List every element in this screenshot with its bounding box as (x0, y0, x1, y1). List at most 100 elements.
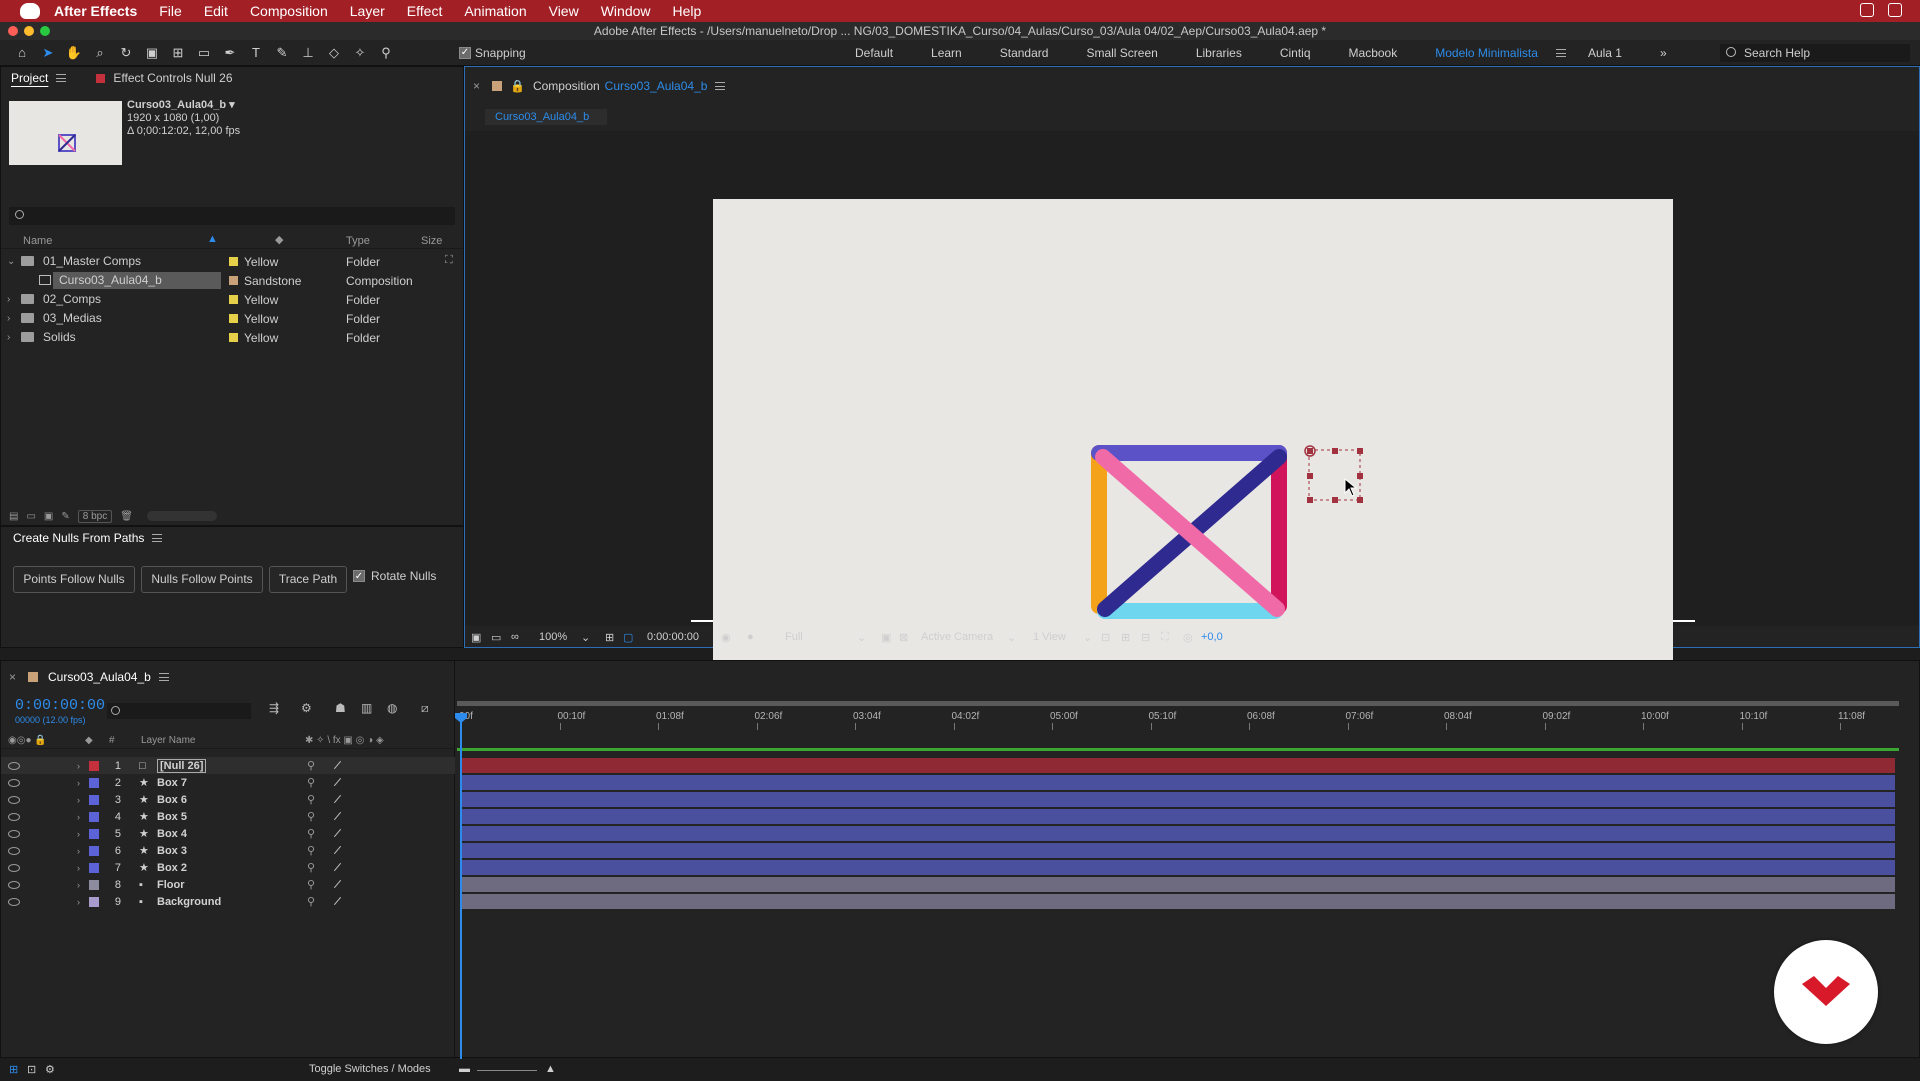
create-nulls-title[interactable]: Create Nulls From Paths (13, 531, 144, 545)
layer-row[interactable]: › 7 ★ Box 2 ⚲ (1, 859, 455, 876)
motion-blur-icon[interactable]: ◍ (387, 701, 397, 715)
quality-switch-icon[interactable] (333, 828, 342, 838)
layer-name[interactable]: Floor (157, 879, 185, 891)
shy-switch-icon[interactable]: ⚲ (307, 878, 315, 891)
quality-switch-icon[interactable] (333, 896, 342, 906)
workspace-macbook[interactable]: Macbook (1349, 46, 1398, 60)
quality-switch-icon[interactable] (333, 879, 342, 889)
composition-artwork[interactable] (713, 199, 1673, 692)
region-of-interest-icon[interactable]: ▣ (881, 631, 891, 644)
layer-duration-bar[interactable] (461, 860, 1895, 875)
project-item-curso03-aula04-b[interactable]: Curso03_Aula04_b Sandstone Composition (1, 271, 463, 290)
menu-animation[interactable]: Animation (464, 3, 526, 19)
workspace-overflow-icon[interactable]: » (1660, 46, 1667, 60)
hand-tool-icon[interactable]: ✋ (66, 45, 82, 61)
safe-zones-icon[interactable]: ⊞ (605, 631, 614, 644)
lock-icon[interactable]: 🔒 (510, 79, 525, 93)
trace-path-button[interactable]: Trace Path (269, 566, 347, 593)
composition-tab-name[interactable]: Curso03_Aula04_b (605, 79, 708, 93)
shy-switch-icon[interactable]: ⚲ (307, 759, 315, 772)
layer-duration-bar[interactable] (461, 758, 1895, 773)
composition-menu-icon[interactable] (715, 82, 726, 90)
expand-arrow-icon[interactable]: › (77, 812, 80, 822)
shy-layers-icon[interactable]: ☗ (335, 701, 346, 715)
close-tab-icon[interactable]: × (473, 79, 480, 93)
shy-switch-icon[interactable]: ⚲ (307, 776, 315, 789)
rectangle-tool-icon[interactable]: ▭ (196, 45, 212, 61)
shy-switch-icon[interactable]: ⚲ (307, 827, 315, 840)
layer-label-color[interactable] (89, 795, 99, 805)
project-item-03-medias[interactable]: › 03_Medias Yellow Folder (1, 309, 463, 328)
layer-duration-bar[interactable] (461, 809, 1895, 824)
quality-switch-icon[interactable] (333, 811, 342, 821)
workspace-small-screen[interactable]: Small Screen (1086, 46, 1157, 60)
zoom-select[interactable]: 100% (539, 631, 567, 643)
layer-switches-icon[interactable]: ⊞ (9, 1063, 18, 1076)
thumbnail-size-slider[interactable] (146, 511, 217, 521)
minimize-window-button[interactable] (24, 26, 34, 36)
label-tag-icon[interactable]: ◆ (275, 233, 283, 246)
close-window-button[interactable] (8, 26, 18, 36)
current-time-field[interactable]: 0:00:00:00 (647, 631, 699, 643)
zoom-window-button[interactable] (40, 26, 50, 36)
exposure-value[interactable]: +0,0 (1201, 631, 1223, 643)
menu-file[interactable]: File (159, 3, 182, 19)
quality-switch-icon[interactable] (333, 777, 342, 787)
layer-duration-bar[interactable] (461, 826, 1895, 841)
tab-effect-controls[interactable]: Effect Controls Null 26 (113, 71, 232, 85)
time-ruler[interactable]: 00f00:10f01:08f02:06f03:04f04:02f05:00f0… (457, 701, 1897, 731)
pixel-aspect-icon[interactable]: ⊡ (1101, 631, 1110, 644)
project-panel-menu-icon[interactable] (56, 74, 67, 82)
visibility-eye-icon[interactable] (8, 812, 20, 821)
visibility-eye-icon[interactable] (8, 897, 20, 906)
layer-row[interactable]: › 1 □ [Null 26] ⚲ (1, 757, 455, 774)
layer-name[interactable]: Box 7 (157, 777, 187, 789)
project-search-input[interactable] (9, 207, 455, 225)
composition-navigator-tab[interactable]: Curso03_Aula04_b (485, 109, 607, 125)
rotate-nulls-control[interactable]: ✓ Rotate Nulls (353, 569, 436, 583)
layer-name[interactable]: Box 6 (157, 794, 187, 806)
workspace-libraries[interactable]: Libraries (1196, 46, 1242, 60)
type-tool-icon[interactable]: T (248, 45, 264, 61)
layer-row[interactable]: › 8 ▪ Floor ⚲ (1, 876, 455, 893)
adjust-icon[interactable]: ✎ (61, 511, 69, 522)
visibility-eye-icon[interactable] (8, 761, 20, 770)
screen-icon[interactable] (1860, 3, 1874, 17)
composition-canvas[interactable] (713, 199, 1673, 692)
new-composition-icon[interactable]: ▣ (44, 511, 53, 522)
label-swatch[interactable] (229, 276, 238, 285)
expand-arrow-icon[interactable]: › (77, 761, 80, 771)
column-size[interactable]: Size (421, 235, 442, 247)
workspace-menu-icon[interactable] (1555, 49, 1566, 57)
quality-switch-icon[interactable] (333, 862, 342, 872)
rotate-tool-icon[interactable]: ↻ (118, 45, 134, 61)
layer-row[interactable]: › 9 ▪ Background ⚲ (1, 893, 455, 910)
layer-duration-bar[interactable] (461, 792, 1895, 807)
new-folder-icon[interactable]: ▭ (26, 511, 35, 522)
menu-help[interactable]: Help (673, 3, 702, 19)
points-follow-nulls-button[interactable]: Points Follow Nulls (13, 566, 135, 593)
workspace-default[interactable]: Default (855, 46, 893, 60)
reset-exposure-icon[interactable]: ◎ (1183, 631, 1193, 644)
workspace-cintiq[interactable]: Cintiq (1280, 46, 1311, 60)
expand-arrow-icon[interactable]: ⌄ (7, 256, 15, 267)
layer-row[interactable]: › 2 ★ Box 7 ⚲ (1, 774, 455, 791)
flowchart-icon[interactable]: ⛶ (1161, 631, 1169, 644)
visibility-eye-icon[interactable] (8, 795, 20, 804)
workspace-learn[interactable]: Learn (931, 46, 962, 60)
layer-duration-bar[interactable] (461, 894, 1895, 909)
graph-editor-icon[interactable]: ⧄ (421, 701, 429, 716)
shy-switch-icon[interactable]: ⚲ (307, 793, 315, 806)
shy-switch-icon[interactable]: ⚲ (307, 810, 315, 823)
project-item-02-comps[interactable]: › 02_Comps Yellow Folder (1, 290, 463, 309)
visibility-eye-icon[interactable] (8, 829, 20, 838)
clone-stamp-tool-icon[interactable]: ⊥ (300, 45, 316, 61)
timeline-search-input[interactable] (107, 703, 251, 719)
layer-duration-bar[interactable] (461, 843, 1895, 858)
always-preview-icon[interactable]: ▣ (471, 631, 481, 644)
expand-arrow-icon[interactable]: › (77, 829, 80, 839)
transfer-controls-icon[interactable]: ⊡ (27, 1063, 36, 1076)
transparency-grid-icon[interactable]: ⊠ (899, 631, 908, 644)
pen-tool-icon[interactable]: ✒ (222, 45, 238, 61)
menu-view[interactable]: View (549, 3, 579, 19)
